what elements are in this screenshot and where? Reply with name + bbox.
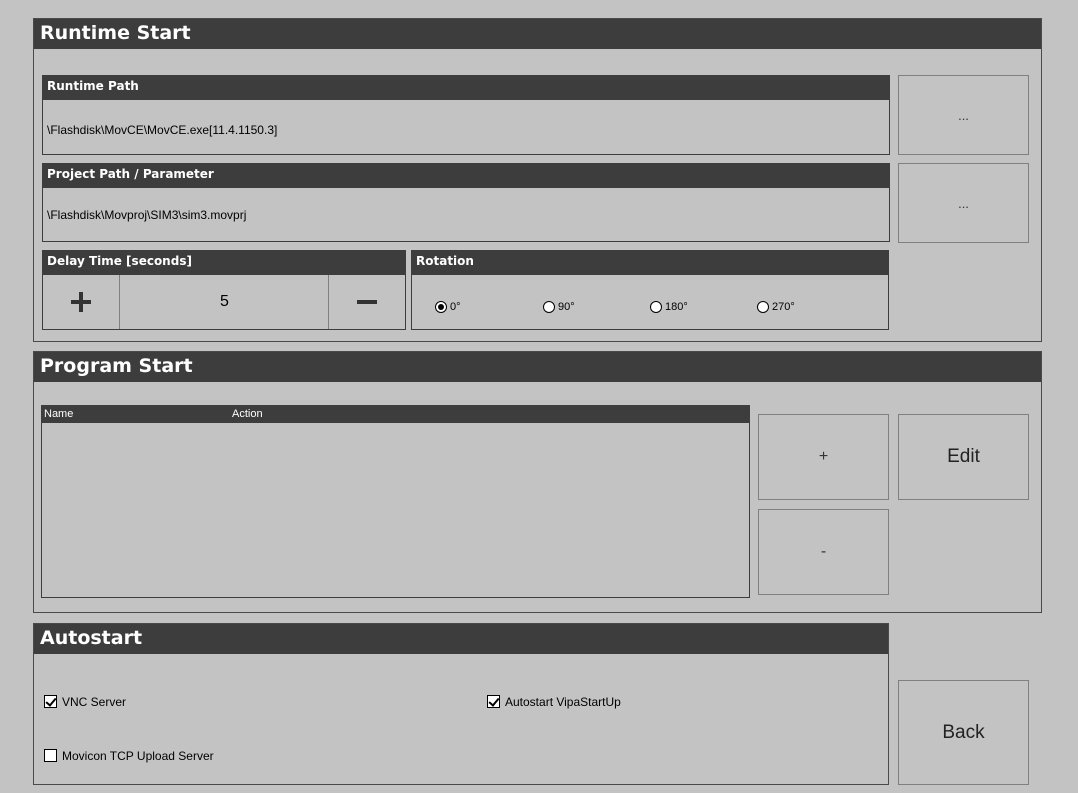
vnc-server-label: VNC Server bbox=[62, 694, 127, 709]
checkbox-checked-icon[interactable] bbox=[487, 695, 500, 708]
rotation-label: Rotation bbox=[412, 251, 888, 275]
program-list[interactable]: Name Action bbox=[41, 405, 750, 598]
delay-value: 5 bbox=[220, 293, 229, 310]
runtime-path-value: \Flashdisk\MovCE\MovCE.exe[11.4.1150.3] bbox=[47, 123, 278, 137]
rotation-option-270[interactable]: 270° bbox=[757, 296, 795, 315]
delay-increase-button[interactable] bbox=[43, 275, 120, 329]
project-path-label: Project Path / Parameter bbox=[43, 164, 889, 188]
vipa-startup-label: Autostart VipaStartUp bbox=[505, 694, 621, 709]
radio-button-icon[interactable] bbox=[650, 300, 662, 313]
runtime-path-browse-button[interactable]: ... bbox=[898, 75, 1029, 155]
rotation-option-90[interactable]: 90° bbox=[543, 296, 575, 315]
checkbox-unchecked-icon[interactable] bbox=[44, 749, 57, 762]
delay-time-label: Delay Time [seconds] bbox=[43, 251, 405, 275]
remove-program-button[interactable]: - bbox=[758, 509, 889, 595]
radio-button-icon[interactable] bbox=[757, 300, 769, 313]
rotation-option-label: 90° bbox=[558, 300, 575, 313]
project-path-value: \Flashdisk\Movproj\SIM3\sim3.movprj bbox=[47, 208, 247, 222]
add-program-button[interactable]: + bbox=[758, 414, 889, 500]
runtime-path-field[interactable]: Runtime Path \Flashdisk\MovCE\MovCE.exe[… bbox=[42, 75, 890, 155]
minus-icon bbox=[357, 300, 377, 304]
project-path-browse-button[interactable]: ... bbox=[898, 163, 1029, 243]
column-header-name[interactable]: Name bbox=[44, 406, 73, 423]
rotation-option-0[interactable]: 0° bbox=[435, 296, 461, 315]
runtime-path-label: Runtime Path bbox=[43, 76, 889, 100]
tcp-upload-server-checkbox[interactable]: Movicon TCP Upload Server bbox=[44, 745, 214, 764]
rotation-option-180[interactable]: 180° bbox=[650, 296, 688, 315]
rotation-option-label: 180° bbox=[665, 300, 688, 313]
back-button[interactable]: Back bbox=[898, 680, 1029, 785]
rotation-option-label: 0° bbox=[450, 300, 461, 313]
edit-program-button[interactable]: Edit bbox=[898, 414, 1029, 500]
program-list-header: Name Action bbox=[42, 406, 749, 423]
autostart-title: Autostart bbox=[34, 624, 888, 654]
vnc-server-checkbox[interactable]: VNC Server bbox=[44, 691, 126, 710]
checkbox-checked-icon[interactable] bbox=[44, 695, 57, 708]
vipa-startup-checkbox[interactable]: Autostart VipaStartUp bbox=[487, 691, 621, 710]
add-program-label: + bbox=[818, 448, 829, 465]
rotation-box: Rotation bbox=[411, 250, 889, 330]
radio-button-icon[interactable] bbox=[543, 300, 555, 313]
delay-decrease-button[interactable] bbox=[328, 275, 405, 329]
runtime-start-title: Runtime Start bbox=[34, 19, 1041, 49]
edit-program-label: Edit bbox=[947, 446, 980, 467]
tcp-upload-server-label: Movicon TCP Upload Server bbox=[62, 748, 214, 763]
rotation-option-label: 270° bbox=[772, 300, 795, 313]
project-path-browse-label: ... bbox=[958, 195, 969, 211]
remove-program-label: - bbox=[820, 543, 827, 560]
plus-icon bbox=[71, 292, 91, 312]
runtime-path-browse-label: ... bbox=[958, 107, 969, 123]
radio-button-icon[interactable] bbox=[435, 300, 447, 313]
column-header-action[interactable]: Action bbox=[232, 406, 263, 423]
back-label: Back bbox=[942, 721, 985, 743]
program-start-title: Program Start bbox=[34, 352, 1041, 382]
project-path-field[interactable]: Project Path / Parameter \Flashdisk\Movp… bbox=[42, 163, 890, 242]
